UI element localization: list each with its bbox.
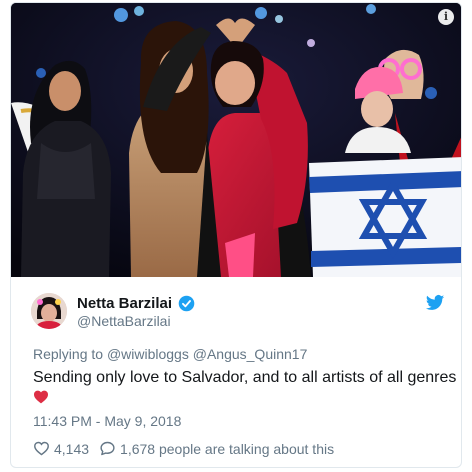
reply-to-mentions[interactable]: @wiwibloggs @Angus_Quinn17 xyxy=(107,346,307,362)
tweet-actions: 4,143 1,678 people are talking about thi… xyxy=(33,440,334,457)
display-name[interactable]: Netta Barzilai xyxy=(77,295,172,312)
eurovision-stage-photo xyxy=(11,3,461,277)
conversation-action[interactable]: 1,678 people are talking about this xyxy=(99,440,334,457)
info-icon[interactable]: i xyxy=(438,9,454,25)
twitter-bird-icon[interactable] xyxy=(425,293,445,313)
embedded-tweet-card[interactable]: i Netta Barzilai @NettaBarzilai Replying… xyxy=(10,2,462,468)
tweet-timestamp[interactable]: 11:43 PM - May 9, 2018 xyxy=(33,413,181,429)
tweet-text: Sending only love to Salvador, and to al… xyxy=(33,369,457,386)
verified-badge-icon xyxy=(178,295,195,312)
tweet-body: Sending only love to Salvador, and to al… xyxy=(33,367,461,409)
reply-context: Replying to @wiwibloggs @Angus_Quinn17 xyxy=(33,346,307,362)
red-heart-emoji-icon xyxy=(34,390,48,404)
reply-prefix: Replying to xyxy=(33,346,104,362)
avatar[interactable] xyxy=(31,293,67,329)
user-handle[interactable]: @NettaBarzilai xyxy=(77,313,171,329)
heart-outline-icon xyxy=(34,441,49,456)
tweet-photo[interactable]: i xyxy=(11,3,461,277)
like-count: 4,143 xyxy=(54,440,90,457)
name-row: Netta Barzilai xyxy=(77,295,195,312)
tweet-author[interactable]: Netta Barzilai @NettaBarzilai xyxy=(31,293,451,333)
talking-count: 1,678 people are talking about this xyxy=(120,440,335,457)
like-action[interactable]: 4,143 xyxy=(33,440,89,457)
speech-bubble-icon xyxy=(100,441,115,456)
